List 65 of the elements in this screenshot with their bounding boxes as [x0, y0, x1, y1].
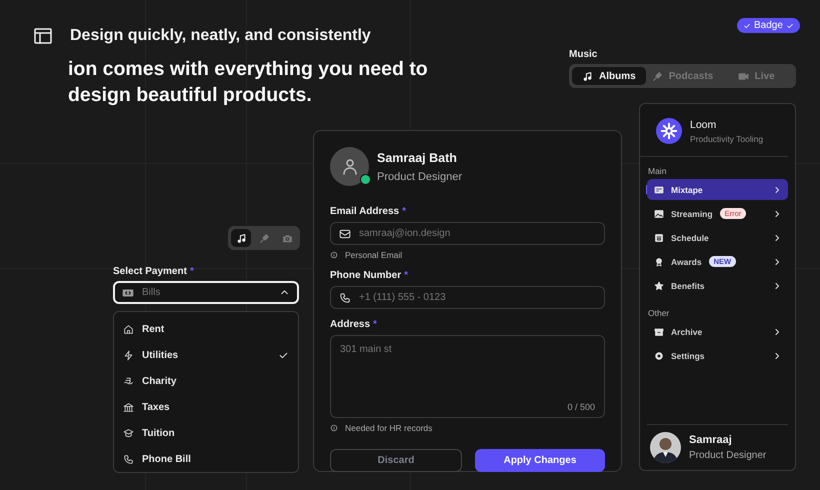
calendar-icon	[654, 232, 664, 242]
film-icon	[654, 184, 664, 194]
section-title: Other	[647, 307, 670, 320]
house-icon	[123, 324, 134, 334]
dropdown-option[interactable]: Charity	[114, 368, 298, 394]
input-field[interactable]: +1 (111) 555 - 0123	[330, 286, 605, 309]
info-icon	[330, 424, 338, 432]
phone-icon	[339, 292, 351, 304]
dropdown-option[interactable]: Utilities	[114, 342, 298, 368]
envelope-icon	[339, 228, 351, 240]
sidebar-item[interactable]: Archive	[647, 321, 788, 342]
dropdown-option[interactable]: Rent	[114, 316, 298, 342]
award-icon	[654, 256, 664, 266]
check-icon	[786, 22, 794, 30]
user-name: Samraaj Bath	[377, 150, 458, 164]
field-label: Select Payment *	[113, 266, 195, 277]
org-name: Loom	[690, 118, 718, 130]
bank-icon	[123, 402, 134, 412]
info-icon	[330, 251, 338, 259]
discard-button[interactable]: Discard	[330, 449, 462, 472]
image-icon	[654, 208, 664, 218]
archive-box-icon	[654, 326, 664, 336]
check-icon	[743, 22, 751, 30]
section-title: Main	[647, 165, 668, 178]
music-note-icon	[236, 232, 246, 244]
dropdown-option[interactable]: Taxes	[114, 394, 298, 420]
headline: Design quickly, neatly, and consistently	[70, 27, 371, 45]
apply-button[interactable]: Apply Changes	[475, 449, 605, 472]
video-camera-icon	[738, 70, 749, 82]
text-area[interactable]: 301 main st 0 / 500	[330, 335, 605, 418]
phone-icon	[123, 454, 134, 464]
tab[interactable]: Albums	[572, 67, 646, 85]
sidebar-item[interactable]: Schedule	[647, 227, 788, 248]
lightning-icon	[123, 350, 134, 360]
layout-icon	[33, 26, 53, 46]
avatar	[650, 432, 681, 463]
user-role: Product Designer	[377, 170, 462, 182]
icon-toggle-button[interactable]	[231, 229, 251, 247]
user-role: Product Designer	[689, 450, 766, 461]
sidebar-item[interactable]: Settings	[647, 345, 788, 366]
banknote-icon	[122, 286, 134, 298]
select-field[interactable]: Bills	[113, 281, 299, 304]
field-label: Email Address *	[330, 206, 408, 217]
logo	[656, 118, 682, 144]
field-label: Phone Number *	[330, 270, 410, 281]
hint-text: Needed for HR records	[345, 423, 432, 433]
field-label: Address *	[330, 319, 378, 330]
badge-label: Badge	[754, 20, 783, 31]
sidebar-item[interactable]: Mixtape	[647, 179, 788, 200]
tagline: ion comes with everything you need to design beautiful products.	[68, 57, 429, 108]
microphone-icon	[652, 70, 663, 82]
dropdown-option[interactable]: Tuition	[114, 420, 298, 446]
user-name: Samraaj	[689, 434, 733, 446]
microphone-icon	[258, 232, 270, 244]
camera-icon	[282, 232, 292, 244]
graduation-cap-icon	[123, 428, 134, 438]
music-note-icon	[582, 70, 593, 82]
avatar	[330, 147, 369, 186]
sidebar-item[interactable]: Benefits	[647, 275, 788, 296]
group-label: Music	[569, 49, 598, 60]
dropdown-option[interactable]: Phone Bill	[114, 446, 298, 472]
hint-text: Personal Email	[345, 250, 402, 260]
org-subtitle: Productivity Tooling	[690, 134, 764, 144]
star-icon	[654, 280, 664, 290]
input-field[interactable]: samraaj@ion.design	[330, 222, 605, 245]
